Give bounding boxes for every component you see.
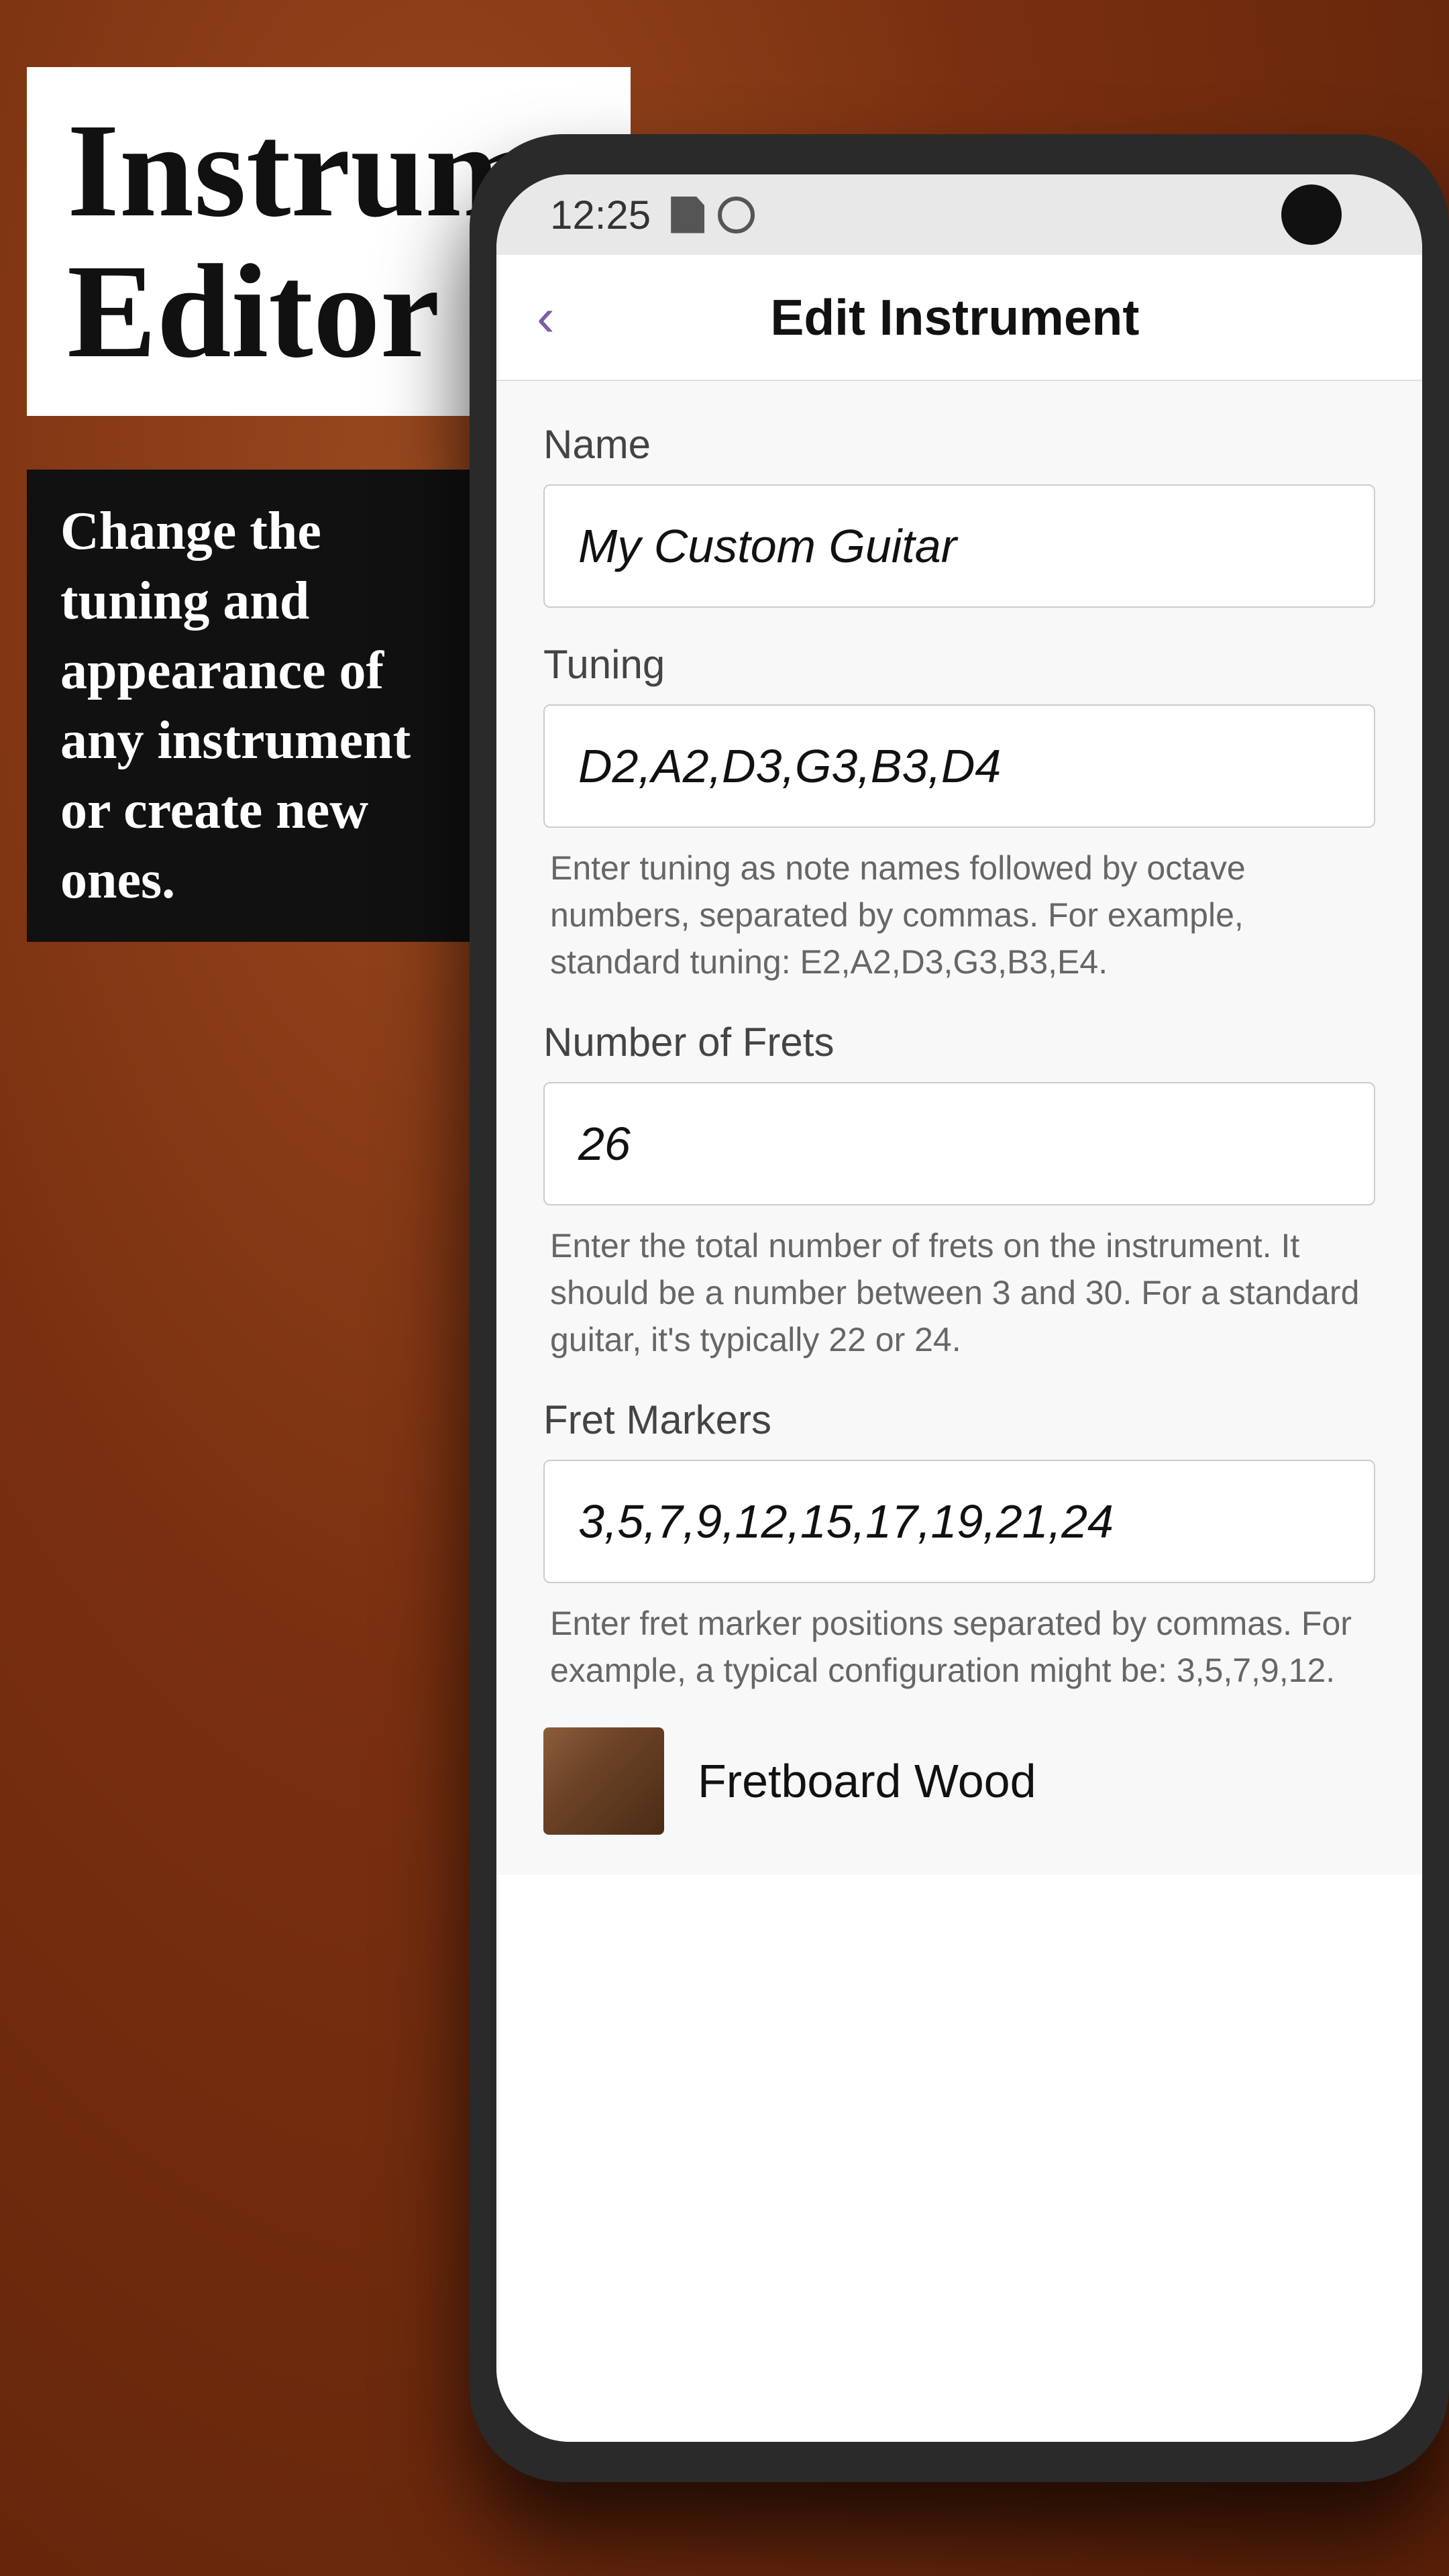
frets-input[interactable]: 26 — [543, 1082, 1375, 1205]
wood-thumbnail — [543, 1727, 664, 1835]
alarm-icon — [718, 197, 755, 233]
name-label: Name — [543, 421, 1375, 468]
fretboard-wood-row[interactable]: Fretboard Wood — [543, 1727, 1375, 1835]
tuning-label: Tuning — [543, 641, 1375, 688]
phone-device: 12:25 ‹ Edit Instrument Name My Custom G… — [470, 134, 1449, 2482]
status-bar: 12:25 — [496, 174, 1422, 255]
app-content: ‹ Edit Instrument Name My Custom Guitar … — [496, 255, 1422, 2442]
frets-label: Number of Frets — [543, 1019, 1375, 1065]
description-text: Change the tuning and appearance of any … — [60, 496, 449, 915]
nav-title: Edit Instrument — [582, 288, 1382, 346]
fret-markers-input[interactable]: 3,5,7,9,12,15,17,19,21,24 — [543, 1460, 1375, 1583]
camera-cutout — [1281, 184, 1342, 245]
nav-bar: ‹ Edit Instrument — [496, 255, 1422, 381]
form-content: Name My Custom Guitar Tuning D2,A2,D3,G3… — [496, 381, 1422, 1875]
fret-markers-helper: Enter fret marker positions separated by… — [543, 1600, 1375, 1694]
fret-markers-label: Fret Markers — [543, 1397, 1375, 1443]
fretboard-wood-label: Fretboard Wood — [698, 1754, 1036, 1808]
description-box: Change the tuning and appearance of any … — [27, 470, 483, 942]
back-button[interactable]: ‹ — [537, 290, 555, 344]
tuning-input[interactable]: D2,A2,D3,G3,B3,D4 — [543, 704, 1375, 828]
sim-icon — [671, 197, 704, 233]
tuning-helper: Enter tuning as note names followed by o… — [543, 845, 1375, 985]
phone-screen: 12:25 ‹ Edit Instrument Name My Custom G… — [496, 174, 1422, 2442]
name-input[interactable]: My Custom Guitar — [543, 484, 1375, 608]
frets-helper: Enter the total number of frets on the i… — [543, 1222, 1375, 1363]
status-time: 12:25 — [550, 192, 651, 238]
status-icons — [671, 197, 755, 233]
